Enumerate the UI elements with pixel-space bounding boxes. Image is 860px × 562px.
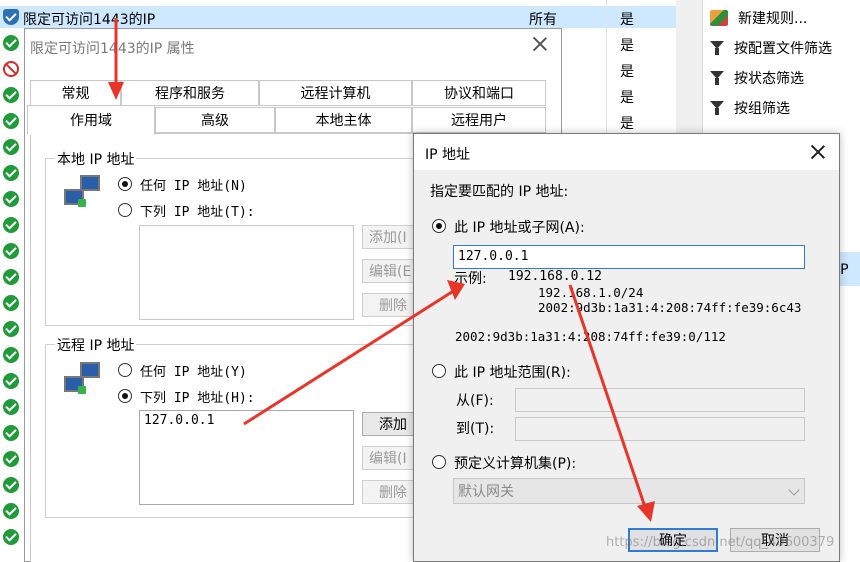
allow-icon	[3, 451, 19, 467]
allow-icon	[3, 87, 19, 103]
predefined-select[interactable]: 默认网关	[453, 478, 805, 504]
chevron-down-icon	[788, 484, 800, 496]
local-list-ip-label: 下列 IP 地址(T):	[140, 205, 255, 220]
column-divider	[606, 0, 607, 140]
example-ipv6-prefix: 2002:9d3b:1a31:4:208:74ff:fe39:0/112	[455, 329, 726, 344]
filter-icon	[710, 101, 724, 115]
local-any-ip-label: 任何 IP 地址(N)	[140, 179, 247, 194]
allow-icon	[3, 191, 19, 207]
rule-enabled: 是	[620, 116, 634, 132]
example-label: 示例:	[454, 271, 487, 287]
network-icon	[62, 362, 102, 396]
new-rule-icon	[710, 10, 728, 26]
allow-icon	[3, 529, 19, 545]
remote-list-ip-radio[interactable]	[118, 389, 132, 403]
remote-ip-entry[interactable]: 127.0.0.1	[144, 413, 214, 428]
rule-enabled: 是	[620, 90, 634, 106]
local-ip-group-label: 本地 IP 地址	[55, 149, 137, 169]
rule-name: 限定可访问1443的IP	[23, 12, 156, 28]
close-icon[interactable]	[532, 36, 548, 52]
watermark: https://blog.csdn.net/qq_40600379	[606, 535, 835, 550]
tab-protocols-ports[interactable]: 协议和端口	[412, 80, 546, 106]
tab-programs-services[interactable]: 程序和服务	[121, 80, 259, 106]
allow-icon	[3, 425, 19, 441]
tab-advanced[interactable]: 高级	[155, 107, 275, 133]
local-add-button[interactable]: 添加(I	[362, 225, 414, 249]
filter-icon	[710, 41, 724, 55]
tab-remote-users[interactable]: 远程用户	[412, 107, 546, 133]
local-any-ip-radio[interactable]	[118, 177, 132, 191]
action-label: 按配置文件筛选	[734, 41, 832, 57]
block-icon	[3, 61, 19, 77]
allow-icon	[3, 269, 19, 285]
allow-icon	[3, 243, 19, 259]
filter-icon	[710, 71, 724, 85]
rule-enabled: 是	[620, 12, 634, 28]
close-icon[interactable]	[810, 144, 826, 160]
predefined-radio[interactable]	[432, 455, 446, 469]
remote-list-ip-label: 下列 IP 地址(H):	[140, 391, 255, 406]
allow-icon	[3, 113, 19, 129]
rule-enabled: 是	[620, 38, 634, 54]
example-subnet: 192.168.1.0/24	[538, 285, 644, 300]
dialog-title: 限定可访问1443的IP 属性	[30, 41, 195, 57]
predefined-value: 默认网关	[458, 484, 514, 500]
remote-any-ip-radio[interactable]	[118, 363, 132, 377]
rule-enabled: 是	[620, 64, 634, 80]
range-to-input[interactable]	[515, 417, 805, 441]
action-label: 新建规则...	[738, 11, 808, 27]
allow-icon	[3, 35, 19, 51]
range-from-input[interactable]	[515, 388, 805, 412]
allow-icon	[3, 165, 19, 181]
tab-scope[interactable]: 作用域	[27, 105, 155, 135]
to-label: 到(T):	[456, 421, 495, 437]
allow-icon	[3, 321, 19, 337]
allow-icon	[3, 373, 19, 389]
action-new-rule[interactable]: 新建规则...	[710, 8, 807, 28]
network-icon	[62, 175, 102, 209]
example-ipv6: 2002:9d3b:1a31:4:208:74ff:fe39:6c43	[538, 300, 802, 315]
action-label: 按状态筛选	[734, 71, 804, 87]
remote-edit-button[interactable]: 编辑(I	[362, 446, 414, 470]
example-ipv4: 192.168.0.12	[508, 269, 602, 284]
action-label: 按组筛选	[734, 101, 790, 117]
range-radio[interactable]	[432, 364, 446, 378]
allow-icon	[3, 399, 19, 415]
allow-icon	[3, 503, 19, 519]
allow-icon	[3, 295, 19, 311]
tab-general[interactable]: 常规	[30, 80, 121, 106]
ip-address-input[interactable]: 127.0.0.1	[453, 245, 805, 269]
remote-ip-group-label: 远程 IP 地址	[55, 335, 137, 355]
remote-any-ip-label: 任何 IP 地址(Y)	[140, 365, 247, 380]
local-remove-button[interactable]: 删除	[362, 293, 414, 317]
action-filter-state[interactable]: 按状态筛选	[710, 68, 804, 88]
from-label: 从(F):	[456, 393, 494, 409]
local-ip-list[interactable]	[139, 225, 354, 320]
allow-icon	[3, 139, 19, 155]
ip-address-value: 127.0.0.1	[458, 249, 529, 264]
action-filter-profile[interactable]: 按配置文件筛选	[710, 38, 832, 58]
tab-local-principals[interactable]: 本地主体	[275, 107, 412, 133]
allow-icon	[3, 477, 19, 493]
local-edit-button[interactable]: 编辑(E	[362, 259, 414, 283]
remote-add-button[interactable]: 添加	[362, 412, 414, 436]
ip-prompt: 指定要匹配的 IP 地址:	[430, 184, 569, 200]
predefined-option-label: 预定义计算机集(P):	[454, 456, 577, 472]
subnet-option-label: 此 IP 地址或子网(A):	[454, 220, 585, 236]
allow-icon	[3, 347, 19, 363]
rule-shield-icon	[3, 9, 19, 25]
action-filter-group[interactable]: 按组筛选	[710, 98, 790, 118]
remote-remove-button[interactable]: 删除	[362, 480, 414, 504]
rule-scope: 所有	[529, 12, 557, 28]
local-list-ip-radio[interactable]	[118, 203, 132, 217]
allow-icon	[3, 217, 19, 233]
range-option-label: 此 IP 地址范围(R):	[454, 365, 571, 381]
tab-remote-computers[interactable]: 远程计算机	[259, 80, 412, 106]
dialog-title: IP 地址	[425, 147, 471, 163]
subnet-radio[interactable]	[432, 219, 446, 233]
